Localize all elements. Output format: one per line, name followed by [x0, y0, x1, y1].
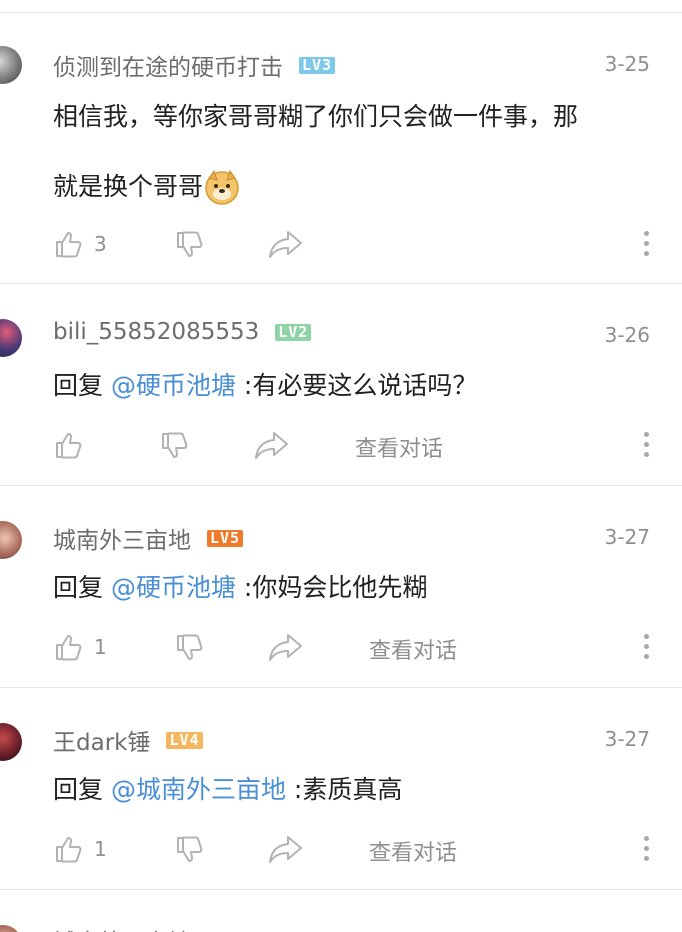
avatar[interactable] — [0, 319, 22, 357]
comment-divider — [0, 283, 682, 284]
share-icon — [255, 432, 288, 459]
like-button[interactable]: 1 — [54, 831, 107, 867]
dislike-button[interactable] — [175, 629, 205, 665]
more-button[interactable] — [642, 834, 650, 864]
top-divider — [0, 12, 682, 13]
doge-emoji — [205, 169, 239, 205]
dislike-button[interactable] — [175, 831, 205, 867]
level-badge: LV5 — [207, 529, 244, 547]
like-button[interactable]: 1 — [54, 629, 107, 665]
share-button[interactable] — [268, 629, 304, 665]
username[interactable]: 侦测到在途的硬币打击 LV3 — [53, 48, 336, 82]
mention-link[interactable]: @城南外三亩地 — [111, 775, 286, 804]
comment-text: 回复 @硬币池塘 :你妈会比他先糊 — [53, 573, 428, 602]
thumbs-down-icon — [177, 231, 203, 257]
comment-item-partial: 城南外三亩地 — [0, 889, 682, 932]
more-vertical-icon — [644, 432, 649, 437]
username[interactable]: 城南外三亩地 LV5 — [53, 521, 244, 555]
comment-date: 3-26 — [604, 323, 650, 347]
thumbs-up-icon — [56, 635, 82, 661]
level-badge: LV2 — [275, 323, 312, 341]
avatar[interactable] — [0, 723, 22, 761]
level-badge: LV4 — [166, 731, 203, 749]
comment-actions: 1 查看对话 — [0, 629, 682, 665]
comment-actions: 1 查看对话 — [0, 831, 682, 867]
thumbs-down-icon — [177, 634, 203, 660]
more-vertical-icon — [644, 231, 649, 236]
thumbs-up-icon — [56, 433, 82, 459]
thumbs-down-icon — [162, 432, 188, 458]
comment-date: 3-25 — [604, 52, 650, 76]
more-vertical-icon — [644, 634, 649, 639]
comment-date: 3-27 — [604, 525, 650, 549]
username[interactable]: 城南外三亩地 — [53, 923, 237, 932]
dislike-button[interactable] — [160, 427, 190, 463]
thumbs-up-icon — [56, 232, 82, 258]
avatar[interactable] — [0, 46, 22, 84]
comment-text: 回复 @硬币池塘 :有必要这么说话吗？ — [53, 371, 478, 400]
username[interactable]: bili_55852085553 LV2 — [53, 319, 312, 345]
share-button[interactable] — [268, 831, 304, 867]
comment-date: 3-27 — [604, 727, 650, 751]
comment-text: 相信我，等你家哥哥糊了你们只会做一件事，那 就是换个哥哥 — [53, 82, 653, 222]
username[interactable]: 王dark锤 LV4 — [53, 723, 203, 757]
more-button[interactable] — [642, 632, 650, 662]
comment-divider — [0, 687, 682, 688]
view-conversation-link[interactable]: 查看对话 — [369, 835, 457, 867]
mention-link[interactable]: @硬币池塘 — [111, 573, 236, 602]
share-icon — [269, 836, 302, 863]
more-button[interactable] — [642, 229, 650, 259]
share-button[interactable] — [268, 226, 304, 262]
share-button[interactable] — [254, 427, 290, 463]
comment-divider — [0, 485, 682, 486]
share-icon — [269, 634, 302, 661]
avatar[interactable] — [0, 521, 22, 559]
comment-text: 回复 @城南外三亩地 :素质真高 — [53, 775, 403, 804]
mention-link[interactable]: @硬币池塘 — [111, 371, 236, 400]
like-button[interactable] — [54, 427, 94, 463]
view-conversation-link[interactable]: 查看对话 — [355, 431, 443, 463]
more-vertical-icon — [644, 836, 649, 841]
more-button[interactable] — [642, 430, 650, 460]
dislike-button[interactable] — [175, 226, 205, 262]
view-conversation-link[interactable]: 查看对话 — [369, 633, 457, 665]
thumbs-up-icon — [56, 837, 82, 863]
like-button[interactable]: 3 — [54, 226, 107, 262]
avatar[interactable] — [0, 925, 22, 932]
thumbs-down-icon — [177, 836, 203, 862]
comment-actions: 查看对话 — [0, 427, 682, 463]
level-badge: LV3 — [299, 56, 336, 74]
comment-actions: 3 — [0, 226, 682, 262]
share-icon — [269, 231, 302, 258]
